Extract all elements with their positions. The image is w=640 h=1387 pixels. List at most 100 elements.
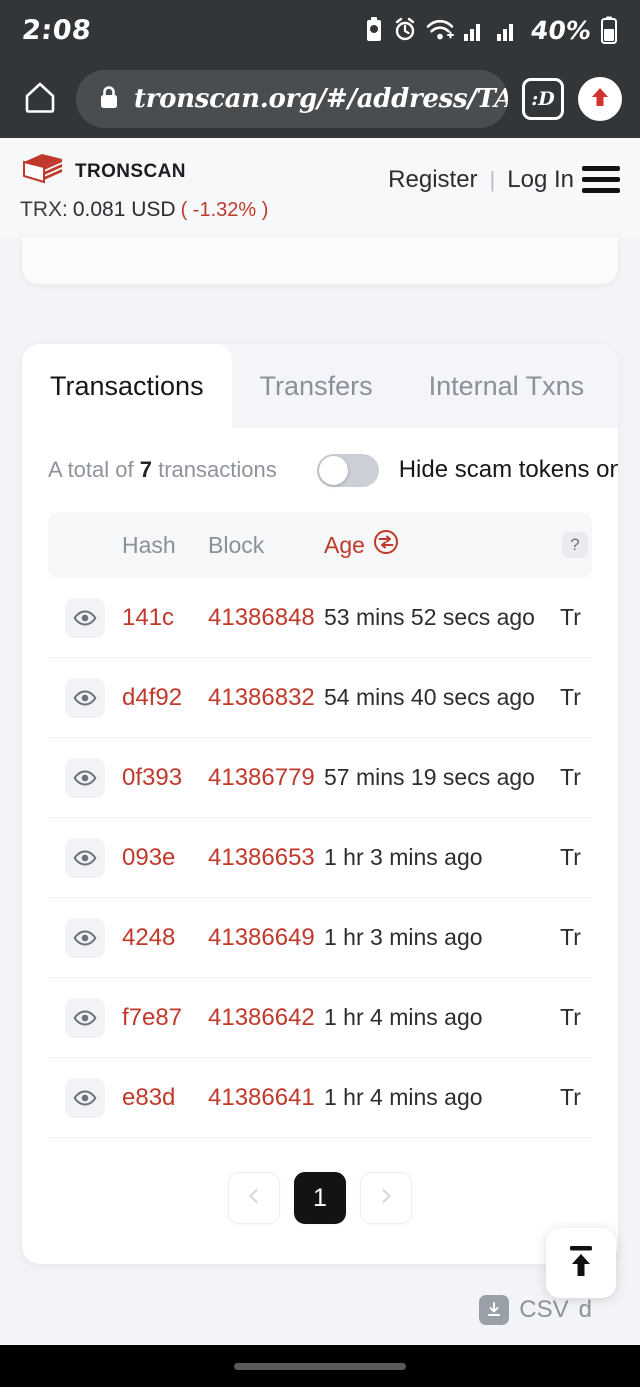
transactions-card: Transactions Transfers Internal Txns A t…: [22, 344, 618, 1264]
th-age[interactable]: Age: [324, 529, 560, 561]
table-row[interactable]: 4248 41386649 1 hr 3 mins ago Tr: [48, 898, 592, 978]
alarm-icon: [393, 17, 417, 43]
eye-icon[interactable]: [65, 837, 105, 878]
pagination-next-button[interactable]: [360, 1172, 412, 1224]
row-hash: e83d: [122, 1083, 176, 1111]
site-header: TRONSCAN TRX: 0.081 USD ( -1.32% ) Regis…: [0, 138, 640, 238]
row-eye-cell[interactable]: [48, 677, 122, 718]
table-row[interactable]: d4f92 41386832 54 mins 40 secs ago Tr: [48, 658, 592, 738]
row-eye-cell[interactable]: [48, 997, 122, 1038]
tab-transactions[interactable]: Transactions: [22, 344, 232, 428]
row-hash-cell[interactable]: f7e87: [122, 1004, 208, 1032]
table-row[interactable]: 093e 41386653 1 hr 3 mins ago Tr: [48, 818, 592, 898]
tab-transfers[interactable]: Transfers: [232, 344, 401, 428]
row-eye-cell[interactable]: [48, 597, 122, 638]
row-age: 1 hr 3 mins ago: [324, 844, 483, 870]
table-row[interactable]: e83d 41386641 1 hr 4 mins ago Tr: [48, 1058, 592, 1138]
th-age-label: Age: [324, 531, 365, 558]
row-eye-cell[interactable]: [48, 757, 122, 798]
tab-label: Internal Txns: [428, 370, 585, 401]
gesture-pill[interactable]: [234, 1362, 406, 1370]
eye-icon[interactable]: [65, 1077, 105, 1118]
row-type: Tr: [560, 604, 581, 630]
address-bar-url: tronscan.org/#/address/TA8p: [134, 84, 508, 114]
row-block: 41386832: [208, 683, 315, 711]
help-icon[interactable]: ?: [562, 532, 588, 558]
row-block: 41386641: [208, 1083, 315, 1111]
eye-icon[interactable]: [65, 677, 105, 718]
tab-internal-txns[interactable]: Internal Txns: [401, 344, 613, 428]
row-age-cell: 1 hr 4 mins ago: [324, 1004, 560, 1031]
row-hash-cell[interactable]: 0f393: [122, 764, 208, 792]
table-row[interactable]: 0f393 41386779 57 mins 19 secs ago Tr: [48, 738, 592, 818]
row-hash-cell[interactable]: 4248: [122, 924, 208, 952]
chevron-left-icon: [244, 1186, 264, 1211]
home-button[interactable]: [18, 77, 62, 121]
address-bar[interactable]: tronscan.org/#/address/TA8p: [76, 70, 508, 128]
csv-label[interactable]: CSV: [519, 1296, 568, 1324]
csv-download-footer: CSV d: [22, 1264, 618, 1356]
brand-row[interactable]: TRONSCAN: [20, 152, 268, 191]
row-block-cell[interactable]: 41386832: [208, 684, 324, 712]
row-type: Tr: [560, 844, 581, 870]
eye-icon[interactable]: [65, 917, 105, 958]
page-up-button[interactable]: [578, 77, 622, 121]
row-block: 41386779: [208, 763, 315, 791]
eye-icon[interactable]: [65, 597, 105, 638]
trx-price: 0.081 USD: [72, 198, 176, 221]
row-block: 41386642: [208, 1003, 315, 1031]
row-block-cell[interactable]: 41386649: [208, 924, 324, 952]
row-age-cell: 54 mins 40 secs ago: [324, 684, 560, 711]
row-block-cell[interactable]: 41386779: [208, 764, 324, 792]
total-count: 7: [139, 457, 152, 482]
row-age: 1 hr 3 mins ago: [324, 924, 483, 950]
status-time: 2:08: [20, 14, 93, 46]
th-age-wrap[interactable]: Age: [324, 529, 560, 561]
row-hash: f7e87: [122, 1003, 183, 1031]
row-hash-cell[interactable]: e83d: [122, 1084, 208, 1112]
row-age-cell: 1 hr 4 mins ago: [324, 1084, 560, 1111]
hamburger-menu-icon[interactable]: [582, 166, 620, 193]
row-block-cell[interactable]: 41386641: [208, 1084, 324, 1112]
row-age-cell: 53 mins 52 secs ago: [324, 604, 560, 631]
row-hash-cell[interactable]: 141c: [122, 604, 208, 632]
table-header-row: Hash Block Age ?: [48, 512, 592, 578]
row-block-cell[interactable]: 41386653: [208, 844, 324, 872]
pagination-prev-button[interactable]: [228, 1172, 280, 1224]
previous-card-bottom-edge: [22, 238, 618, 284]
total-prefix: A total of: [48, 457, 140, 482]
row-eye-cell[interactable]: [48, 917, 122, 958]
th-hash[interactable]: Hash: [122, 532, 208, 559]
row-hash-cell[interactable]: d4f92: [122, 684, 208, 712]
hide-scam-tokens-toggle[interactable]: [316, 453, 379, 487]
tab-bar: Transactions Transfers Internal Txns: [22, 344, 618, 428]
tab-label: Transfers: [259, 370, 373, 401]
login-link[interactable]: Log In: [507, 166, 574, 194]
row-hash-cell[interactable]: 093e: [122, 844, 208, 872]
row-type: Tr: [560, 924, 581, 950]
table-row[interactable]: f7e87 41386642 1 hr 4 mins ago Tr: [48, 978, 592, 1058]
scroll-to-top-button[interactable]: [546, 1228, 616, 1298]
row-block: 41386653: [208, 843, 315, 871]
row-block-cell[interactable]: 41386848: [208, 604, 324, 632]
tab-count-label: :D: [531, 88, 555, 110]
swap-sort-icon[interactable]: [373, 529, 399, 561]
brand-block: TRONSCAN TRX: 0.081 USD ( -1.32% ): [20, 152, 268, 222]
eye-icon[interactable]: [65, 997, 105, 1038]
row-eye-cell[interactable]: [48, 837, 122, 878]
pagination: 1: [22, 1138, 618, 1224]
tab-switcher-button[interactable]: :D: [522, 78, 564, 120]
pagination-page-1[interactable]: 1: [294, 1172, 346, 1224]
register-link[interactable]: Register: [388, 166, 477, 194]
trx-price-line: TRX: 0.081 USD ( -1.32% ): [20, 198, 268, 222]
lock-icon: [98, 84, 120, 115]
row-age: 57 mins 19 secs ago: [324, 764, 535, 790]
eye-icon[interactable]: [65, 757, 105, 798]
download-icon[interactable]: [479, 1295, 510, 1325]
row-eye-cell[interactable]: [48, 1077, 122, 1118]
table-body: 141c 41386848 53 mins 52 secs ago Tr d4f…: [22, 578, 618, 1138]
th-block[interactable]: Block: [208, 532, 324, 559]
row-hash: 4248: [122, 923, 176, 951]
row-block-cell[interactable]: 41386642: [208, 1004, 324, 1032]
table-row[interactable]: 141c 41386848 53 mins 52 secs ago Tr: [48, 578, 592, 658]
